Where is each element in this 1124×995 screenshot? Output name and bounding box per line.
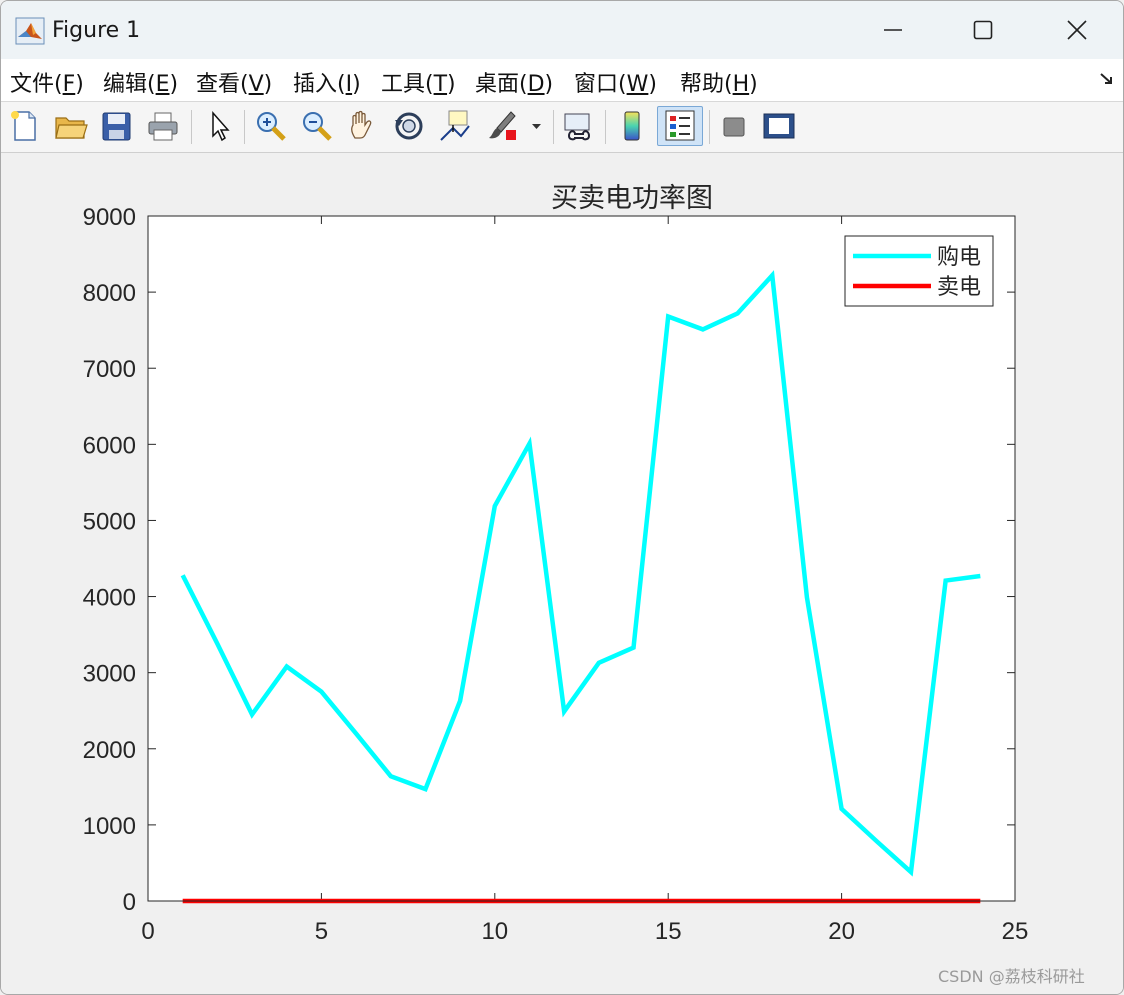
maximize-button[interactable]: [937, 1, 1029, 59]
y-tick-label: 5000: [83, 508, 136, 535]
x-tick-label: 10: [481, 918, 508, 945]
brush-button[interactable]: [485, 108, 521, 144]
pan-hand-icon: [351, 110, 372, 139]
zoom-out-button[interactable]: [299, 108, 335, 144]
colorbar-icon: [624, 111, 640, 141]
link-plot-icon: [564, 113, 591, 141]
menu-insert[interactable]: 插入(I): [293, 66, 361, 98]
window-title: Figure 1: [52, 18, 141, 43]
y-tick-label: 6000: [83, 432, 136, 459]
menu-view[interactable]: 查看(V): [196, 66, 272, 98]
y-tick-label: 4000: [83, 585, 136, 612]
x-tick-label: 5: [315, 918, 328, 945]
legend-label: 购电: [937, 245, 981, 270]
menu-file[interactable]: 文件(F): [10, 66, 84, 98]
x-tick-label: 25: [1002, 918, 1029, 945]
zoom-in-icon: [257, 112, 286, 141]
save-button[interactable]: [99, 108, 135, 144]
figure-toolbar: [1, 102, 1123, 153]
show-plot-tools-icon: [763, 113, 795, 139]
insert-colorbar-button[interactable]: [615, 108, 651, 144]
pan-button[interactable]: [345, 108, 381, 144]
new-figure-icon: [11, 111, 36, 141]
minimize-icon: [884, 29, 902, 31]
link-plot-button[interactable]: [561, 108, 597, 144]
plot-area: [148, 216, 1015, 901]
menu-desktop[interactable]: 桌面(D): [475, 66, 553, 98]
hide-plot-tools-button[interactable]: [717, 108, 753, 144]
legend-icon: [665, 110, 695, 141]
menu-edit[interactable]: 编辑(E): [103, 66, 178, 98]
close-icon: [1067, 20, 1087, 40]
insert-legend-button[interactable]: [657, 106, 703, 146]
x-tick-label: 15: [655, 918, 682, 945]
brush-icon: [489, 111, 516, 140]
print-icon: [148, 112, 178, 141]
menu-help[interactable]: 帮助(H): [680, 66, 758, 98]
brush-dropdown-icon: [532, 124, 541, 129]
zoom-out-icon: [303, 112, 332, 141]
print-button[interactable]: [145, 108, 181, 144]
dock-arrow-icon[interactable]: [1099, 71, 1115, 87]
x-tick-label: 0: [141, 918, 154, 945]
menu-tools[interactable]: 工具(T): [381, 66, 456, 98]
close-button[interactable]: [1031, 1, 1123, 59]
menu-bar: 文件(F) 编辑(E) 查看(V) 插入(I) 工具(T) 桌面(D) 窗口(W…: [1, 59, 1123, 102]
open-file-button[interactable]: [53, 108, 89, 144]
y-tick-label: 1000: [83, 813, 136, 840]
data-cursor-button[interactable]: [437, 108, 473, 144]
toolbar-separator: [191, 110, 192, 144]
zoom-in-button[interactable]: [253, 108, 289, 144]
y-tick-label: 0: [123, 889, 136, 916]
save-icon: [102, 112, 131, 141]
brush-dropdown-button[interactable]: [527, 108, 547, 144]
y-tick-label: 8000: [83, 280, 136, 307]
x-tick-label: 20: [828, 918, 855, 945]
matlab-logo-icon: [15, 17, 45, 45]
toolbar-separator: [244, 110, 245, 144]
line-chart: 0 5 10 15 20 25 0 1000 2000 3000 4000 5000 6000 7000 8…: [83, 204, 1029, 945]
y-tick-label: 9000: [83, 204, 136, 231]
minimize-button[interactable]: [847, 1, 939, 59]
show-plot-tools-button[interactable]: [761, 108, 797, 144]
rotate-button[interactable]: [391, 108, 427, 144]
watermark-text: CSDN @荔枝科研社: [938, 967, 1085, 986]
data-cursor-icon: [440, 110, 470, 141]
open-file-icon: [55, 117, 88, 139]
pointer-icon: [212, 111, 230, 142]
new-figure-button[interactable]: [7, 108, 43, 144]
edit-plot-button[interactable]: [201, 108, 237, 144]
y-tick-label: 7000: [83, 356, 136, 383]
maximize-icon: [973, 20, 993, 40]
rotate-3d-icon: [395, 112, 423, 140]
hide-plot-tools-icon: [723, 117, 745, 137]
menu-window[interactable]: 窗口(W): [574, 66, 657, 98]
y-tick-label: 2000: [83, 737, 136, 764]
legend-label: 卖电: [937, 275, 981, 300]
y-tick-label: 3000: [83, 661, 136, 688]
toolbar-separator: [709, 110, 710, 144]
toolbar-separator: [605, 110, 606, 144]
title-bar[interactable]: Figure 1: [1, 1, 1123, 59]
toolbar-separator: [553, 110, 554, 144]
